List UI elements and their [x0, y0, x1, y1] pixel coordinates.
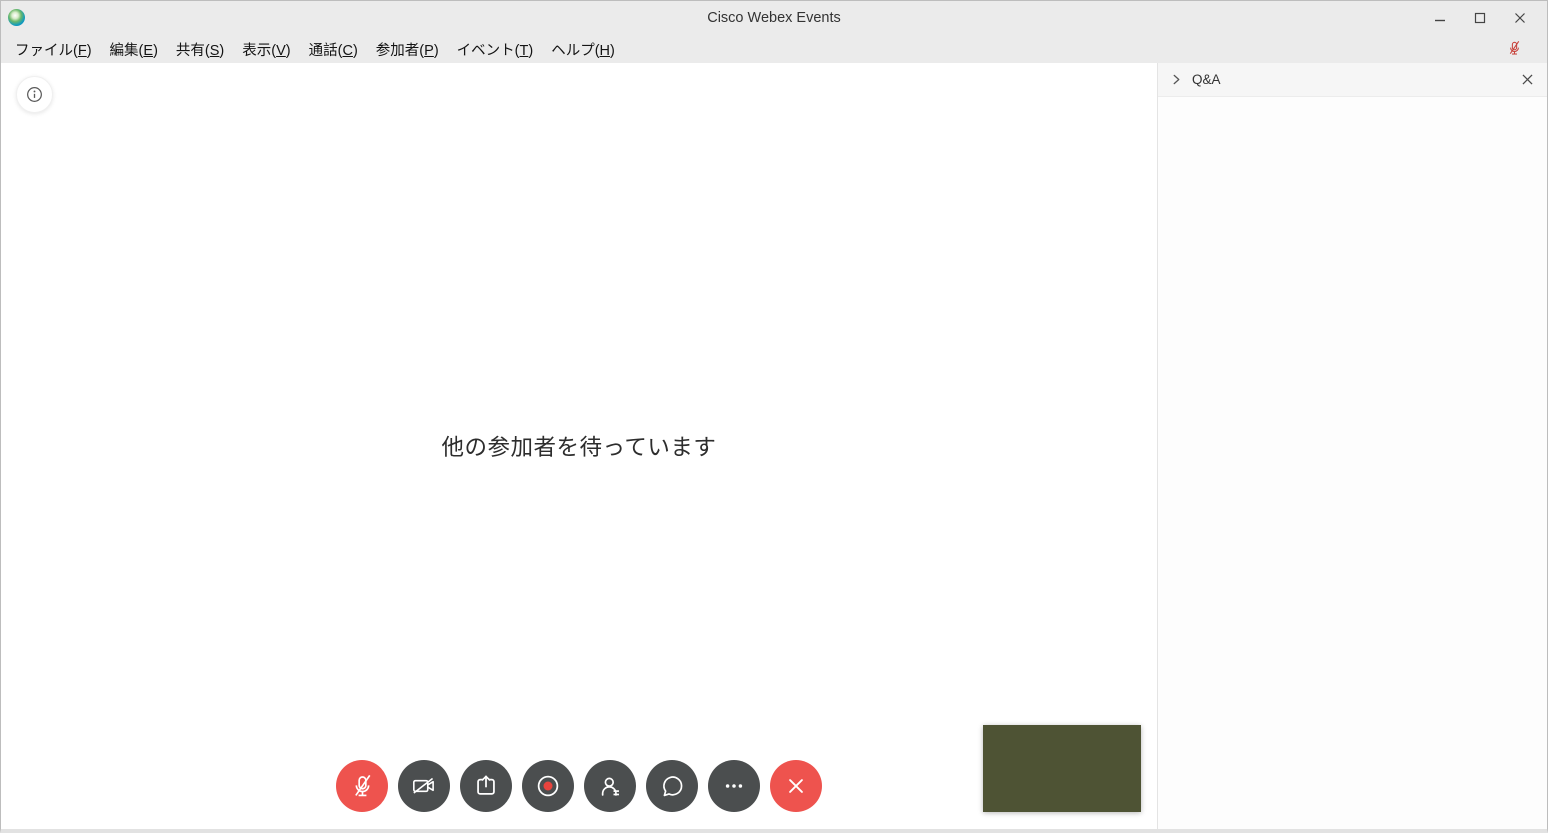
menu-help-label: ヘルプ: [551, 43, 595, 59]
menu-event[interactable]: イベントT: [448, 36, 543, 63]
menu-view[interactable]: 表示V: [233, 36, 299, 63]
menu-help-accel: H: [595, 43, 615, 59]
share-icon: [472, 772, 500, 800]
more-options-button[interactable]: [708, 760, 760, 812]
camera-off-icon: [409, 772, 439, 800]
meeting-controls-bar: [336, 760, 822, 812]
self-video-thumbnail[interactable]: [983, 725, 1141, 812]
minimize-icon: [1434, 12, 1446, 24]
menu-view-label: 表示: [242, 43, 271, 59]
participants-icon: [596, 772, 625, 801]
qa-panel: Q&A: [1158, 63, 1547, 829]
maximize-button[interactable]: [1463, 4, 1497, 32]
maximize-icon: [1474, 12, 1486, 24]
info-icon: [25, 85, 44, 104]
minimize-button[interactable]: [1423, 4, 1457, 32]
menu-edit-accel: E: [139, 43, 158, 59]
meeting-main-area: 他の参加者を待っています: [1, 63, 1158, 829]
qa-panel-body: [1158, 97, 1547, 829]
close-icon: [1514, 12, 1526, 24]
menu-edit[interactable]: 編集E: [101, 36, 167, 63]
leave-event-button[interactable]: [770, 760, 822, 812]
waiting-message: 他の参加者を待っています: [442, 430, 717, 462]
chat-icon: [658, 772, 687, 801]
record-icon: [533, 771, 563, 801]
menu-share-accel: S: [205, 43, 224, 59]
window-body: 他の参加者を待っています: [1, 63, 1547, 829]
menu-participants[interactable]: 参加者P: [367, 36, 448, 63]
menu-share-label: 共有: [176, 43, 205, 59]
menu-participants-accel: P: [419, 43, 438, 59]
menu-event-accel: T: [515, 43, 534, 59]
menu-share[interactable]: 共有S: [167, 36, 233, 63]
menu-call-label: 通話: [309, 43, 338, 59]
close-icon: [783, 773, 809, 799]
mic-muted-status: [1506, 38, 1523, 62]
close-window-button[interactable]: [1503, 4, 1537, 32]
window-title: Cisco Webex Events: [1, 10, 1547, 26]
video-off-button[interactable]: [398, 760, 450, 812]
menu-bar: ファイルF 編集E 共有S 表示V 通話C 参加者P イベントT ヘルプH: [1, 35, 1547, 63]
menu-call-accel: C: [338, 43, 358, 59]
menu-call[interactable]: 通話C: [300, 36, 367, 63]
webex-logo-icon: [8, 9, 25, 26]
session-info-button[interactable]: [16, 76, 53, 113]
window-controls: [1423, 1, 1537, 35]
more-dots-icon: [720, 772, 748, 800]
qa-panel-title: Q&A: [1192, 72, 1221, 87]
title-bar: Cisco Webex Events: [1, 1, 1547, 35]
chevron-right-icon[interactable]: [1171, 74, 1182, 85]
menu-file-label: ファイル: [15, 43, 73, 59]
participants-button[interactable]: [584, 760, 636, 812]
qa-panel-close-button[interactable]: [1521, 73, 1534, 86]
chat-button[interactable]: [646, 760, 698, 812]
menu-file[interactable]: ファイルF: [6, 36, 101, 63]
mute-button[interactable]: [336, 760, 388, 812]
menu-edit-label: 編集: [110, 43, 139, 59]
menu-participants-label: 参加者: [376, 43, 420, 59]
close-icon: [1521, 73, 1534, 86]
mic-muted-icon: [1506, 38, 1523, 58]
menu-file-accel: F: [73, 43, 92, 59]
menu-help[interactable]: ヘルプH: [542, 36, 624, 63]
mic-muted-icon: [349, 772, 376, 801]
record-button[interactable]: [522, 760, 574, 812]
menu-event-label: イベント: [457, 43, 515, 59]
webex-events-window: Cisco Webex Events ファイルF 編集E: [0, 0, 1548, 833]
qa-panel-header: Q&A: [1158, 63, 1547, 97]
share-content-button[interactable]: [460, 760, 512, 812]
menu-view-accel: V: [271, 43, 290, 59]
